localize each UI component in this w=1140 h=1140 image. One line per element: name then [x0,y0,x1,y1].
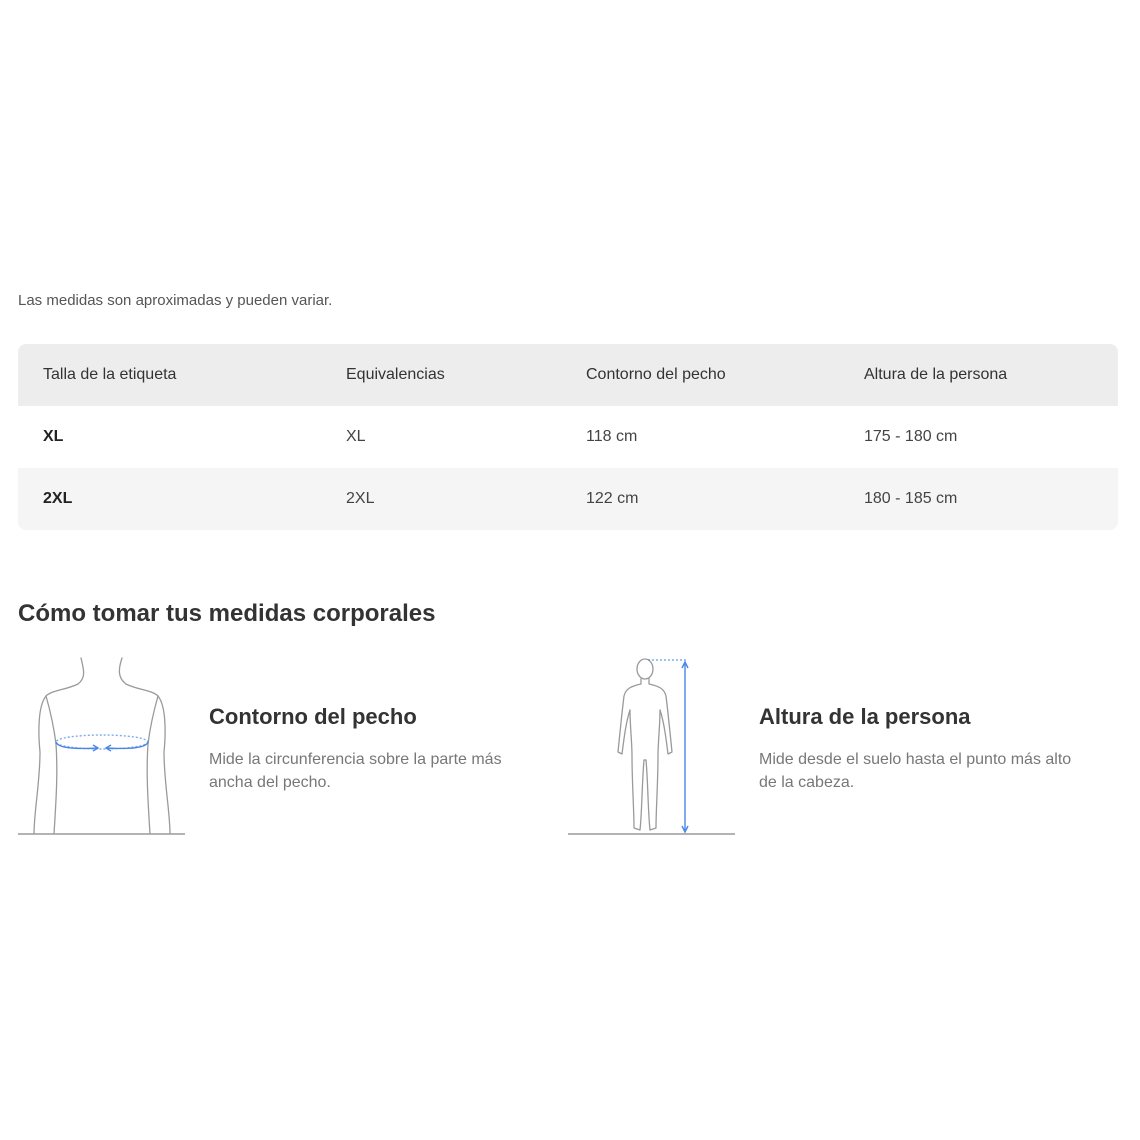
chest-measure-description: Mide la circunferencia sobre la parte má… [209,751,502,791]
torso-chest-measure-icon [18,657,185,835]
header-equivalence: Equivalencias [346,366,445,383]
cell-equivalence: XL [346,428,366,445]
height-measure-description: Mide desde el suelo hasta el punto más a… [759,751,1072,791]
cell-height: 180 - 185 cm [864,490,958,507]
cell-chest: 122 cm [586,490,639,507]
table-row: XL XL 118 cm 175 - 180 cm [18,406,1118,468]
cell-size: XL [43,428,64,445]
cell-height: 175 - 180 cm [864,428,958,445]
header-chest: Contorno del pecho [586,366,726,383]
cell-chest: 118 cm [586,428,638,445]
size-table: Talla de la etiqueta Equivalencias Conto… [18,344,1118,530]
table-row: 2XL 2XL 122 cm 180 - 185 cm [18,468,1118,530]
cell-equivalence: 2XL [346,490,375,507]
header-height: Altura de la persona [864,366,1008,383]
measure-guide-title: Cómo tomar tus medidas corporales [18,600,436,627]
header-size-label: Talla de la etiqueta [43,366,177,383]
height-measure-guide: Altura de la persona Mide desde el suelo… [568,652,1088,842]
table-header-row: Talla de la etiqueta Equivalencias Conto… [18,344,1118,406]
chest-measure-guide: Contorno del pecho Mide la circunferenci… [18,652,538,842]
size-disclaimer: Las medidas son aproximadas y pueden var… [18,292,333,309]
cell-size: 2XL [43,490,73,507]
chest-measure-title: Contorno del pecho [209,704,417,729]
body-height-measure-icon [568,658,735,835]
height-measure-title: Altura de la persona [759,704,971,729]
